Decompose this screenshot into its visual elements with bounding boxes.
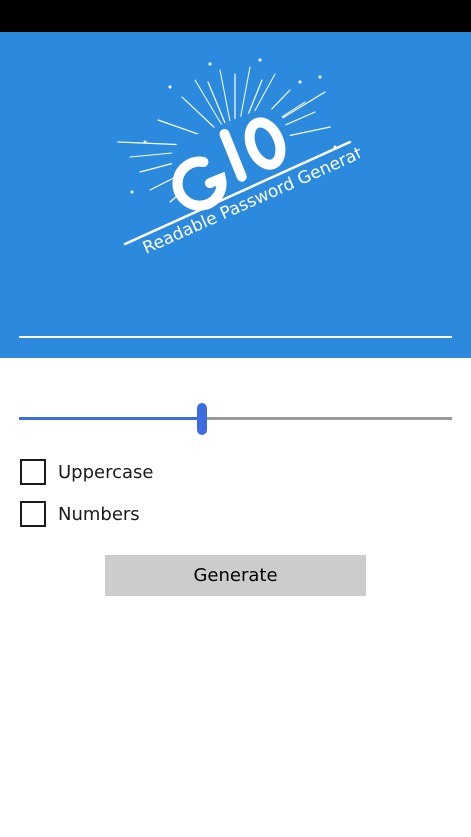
- uppercase-option[interactable]: Uppercase: [20, 459, 153, 485]
- password-output-underline: [19, 336, 452, 338]
- numbers-label: Numbers: [58, 503, 140, 525]
- length-slider[interactable]: [19, 402, 452, 436]
- password-output-text[interactable]: [19, 312, 452, 334]
- uppercase-label: Uppercase: [58, 461, 154, 483]
- generate-button[interactable]: Generate: [105, 555, 366, 596]
- status-bar: [0, 0, 471, 32]
- app-header: Readable Password Generator: [0, 32, 471, 358]
- slider-track-filled: [19, 417, 197, 420]
- slider-track-empty: [207, 417, 452, 420]
- slider-thumb[interactable]: [197, 403, 207, 435]
- numbers-option[interactable]: Numbers: [20, 501, 140, 527]
- numbers-checkbox[interactable]: [20, 501, 46, 527]
- app-logo: Readable Password Generator: [117, 58, 360, 259]
- uppercase-checkbox[interactable]: [20, 459, 46, 485]
